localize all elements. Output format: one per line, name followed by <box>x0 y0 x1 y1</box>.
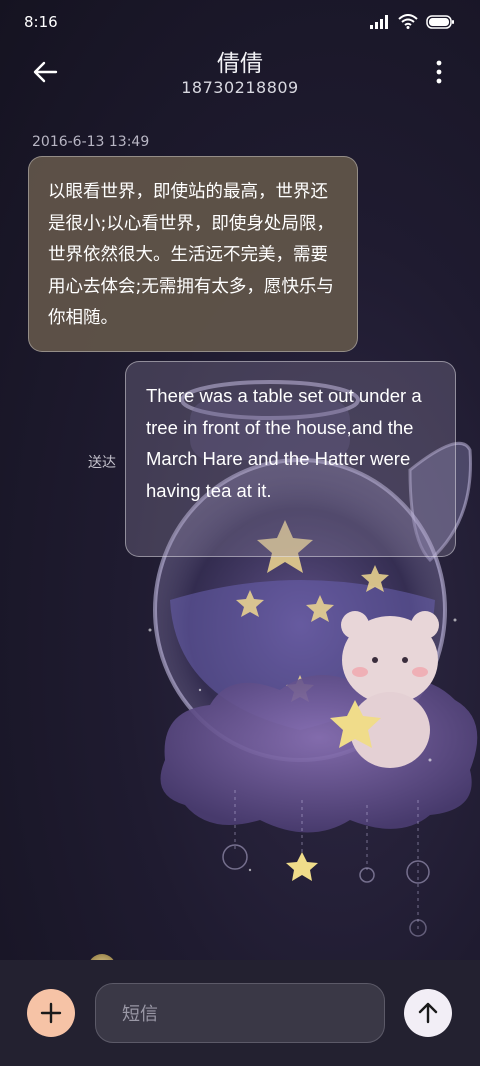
outgoing-message-text: There was a table set out under a tree i… <box>146 385 422 501</box>
status-time: 8:16 <box>24 13 58 31</box>
message-timestamp: 2016-6-13 13:49 <box>32 134 150 150</box>
outgoing-message-bubble[interactable]: There was a table set out under a tree i… <box>125 361 456 557</box>
more-options-button[interactable] <box>434 60 444 84</box>
signal-icon <box>370 14 388 29</box>
contact-name: 倩倩 <box>217 51 263 77</box>
more-vertical-icon <box>436 60 442 84</box>
sms-input[interactable]: 短信 <box>95 983 385 1043</box>
sms-input-placeholder: 短信 <box>122 1004 158 1025</box>
plus-icon <box>40 1002 62 1024</box>
delivery-status: 送达 <box>88 455 116 471</box>
status-bar: 8:16 <box>0 0 480 44</box>
send-button[interactable] <box>404 989 452 1037</box>
contact-number: 18730218809 <box>181 78 299 97</box>
conversation-header: 倩倩 18730218809 <box>0 44 480 114</box>
status-icons <box>370 14 454 29</box>
battery-icon <box>426 14 454 29</box>
add-attachment-button[interactable] <box>27 989 75 1037</box>
arrow-up-icon <box>418 1002 438 1024</box>
incoming-message-bubble[interactable]: 以眼看世界，即使站的最高，世界还是很小;以心看世界，即使身处局限，世界依然很大。… <box>28 156 358 352</box>
message-composer: 短信 <box>0 960 480 1066</box>
wifi-icon <box>398 14 418 29</box>
incoming-message-text: 以眼看世界，即使站的最高，世界还是很小;以心看世界，即使身处局限，世界依然很大。… <box>48 182 334 328</box>
